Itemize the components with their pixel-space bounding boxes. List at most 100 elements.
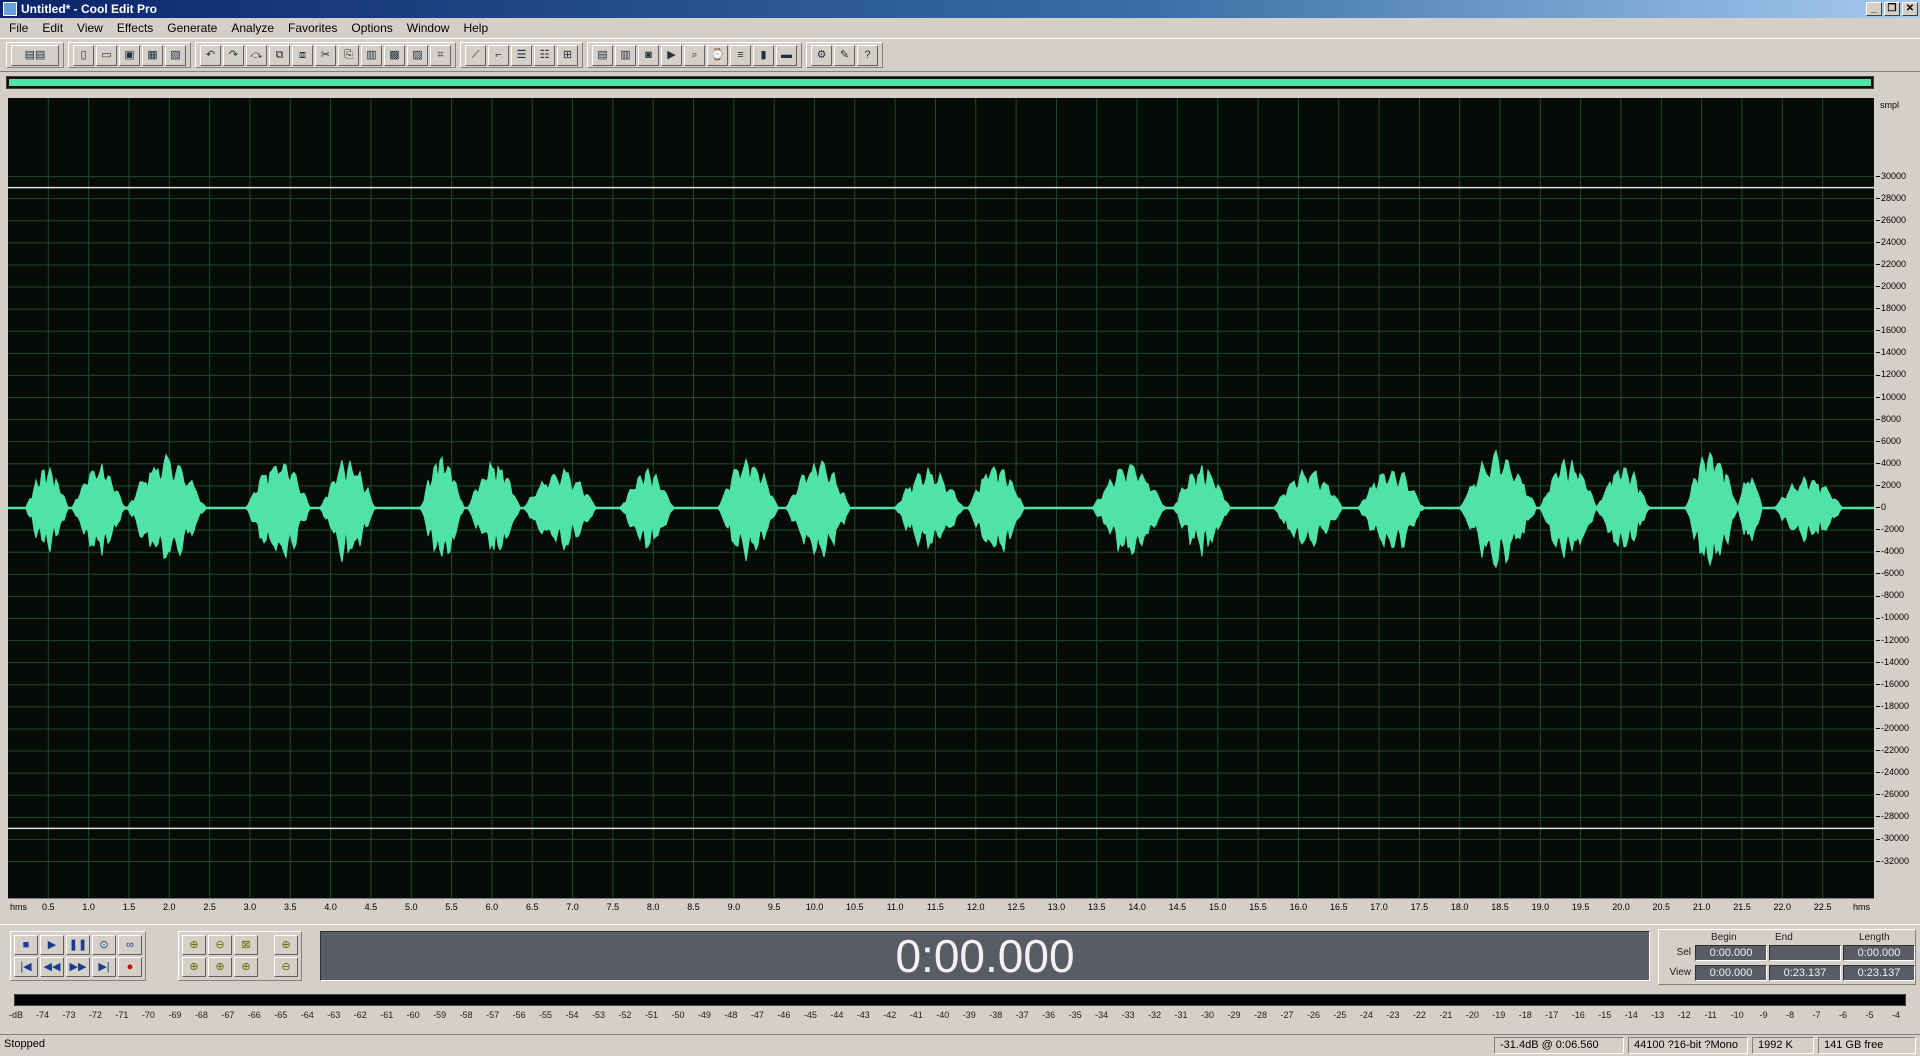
cut-icon[interactable]: ✂ [315,44,336,66]
settings-icon[interactable]: ▬ [776,44,797,66]
notes-icon[interactable]: ✎ [834,44,855,66]
spectral-view-icon[interactable]: ☰ [511,44,532,66]
overview-bar[interactable] [6,76,1874,89]
fade-icon[interactable]: ⌐ [488,44,509,66]
repeat-icon[interactable]: ⤼ [246,44,267,66]
close-file-icon[interactable]: ▧ [165,44,186,66]
rewind-button[interactable]: ◀◀ [40,957,64,977]
overview-visible-range[interactable] [9,79,1871,86]
time-tick-label: 11.0 [886,902,904,912]
amplitude-tick-label: -26000 [1876,789,1909,799]
record-button[interactable]: ● [118,957,142,977]
find-icon[interactable]: ⌕ [684,44,705,66]
meter-tick-label: -47 [750,1010,764,1020]
meter-tick-label: -14 [1624,1010,1638,1020]
view-length-field[interactable]: 0:23.137 [1843,965,1915,981]
sel-begin-field[interactable]: 0:00.000 [1695,945,1767,961]
time-ruler[interactable]: hms hms 0.5 1.0 1.5 2.0 2.5 3.0 3.5 4.0 4.5 5.0 5.… [8,898,1874,916]
mix-paste-icon[interactable]: ▩ [384,44,405,66]
time-tick-label: 19.0 [1531,902,1550,912]
copy-to-new-icon[interactable]: ⧈ [292,44,313,66]
time-unit-left: hms [10,902,28,912]
waveform-view-icon[interactable]: ☷ [534,44,555,66]
preview-play-icon[interactable]: ▶ [661,44,682,66]
paste-icon[interactable]: ⎘ [338,44,359,66]
time-display-icon[interactable]: ⌚ [707,44,728,66]
view-begin-field[interactable]: 0:00.000 [1695,965,1767,981]
zoom-out-vertical-icon[interactable]: ⊖ [274,957,298,977]
open-file-icon[interactable]: ▭ [96,44,117,66]
sel-row-label: Sel [1676,947,1691,958]
menu-effects[interactable]: Effects [110,21,160,35]
amplitude-tick-label: 10000 [1876,392,1906,402]
loop-button[interactable]: ∞ [118,935,142,955]
cue-list-icon[interactable]: ▤ [592,44,613,66]
zoom-in-vertical-icon[interactable]: ⊕ [274,935,298,955]
undo-icon[interactable]: ↶ [200,44,221,66]
playlist-icon[interactable]: ▥ [615,44,636,66]
metronome-icon[interactable]: ◙ [638,44,659,66]
menu-generate[interactable]: Generate [160,21,224,35]
go-to-end-button[interactable]: ▶| [92,957,116,977]
close-button[interactable]: ✕ [1902,2,1918,16]
save-as-icon[interactable]: ▦ [142,44,163,66]
sel-length-field[interactable]: 0:00.000 [1843,945,1915,961]
copy-icon[interactable]: ⧉ [269,44,290,66]
meter-tick-label: -67 [221,1010,235,1020]
save-file-icon[interactable]: ▣ [119,44,140,66]
menu-view[interactable]: View [70,21,110,35]
envelope-icon[interactable]: ⟋ [465,44,486,66]
window-title: Untitled* - Cool Edit Pro [21,2,157,16]
time-unit-right: hms [1852,902,1870,912]
zoom-right-icon[interactable]: ⊕ [208,957,232,977]
time-tick-label: 8.5 [687,902,700,912]
fast-forward-button[interactable]: ▶▶ [66,957,90,977]
play-to-end-button[interactable]: ⊙ [92,935,116,955]
menu-analyze[interactable]: Analyze [224,21,281,35]
waveform-display[interactable] [8,98,1874,898]
waveform-svg[interactable] [8,98,1874,898]
crop-icon[interactable]: ⌗ [430,44,451,66]
redo-icon[interactable]: ↷ [223,44,244,66]
paste-to-new-icon[interactable]: ▥ [361,44,382,66]
minimize-button[interactable]: _ [1866,2,1882,16]
meter-tick-label: -64 [300,1010,314,1020]
help-icon[interactable]: ? [857,44,878,66]
amplitude-tick-label: -4000 [1876,546,1904,556]
menu-window[interactable]: Window [400,21,457,35]
time-tick-label: 9.0 [727,902,741,912]
menu-edit[interactable]: Edit [35,21,70,35]
menu-help[interactable]: Help [456,21,495,35]
restore-button[interactable]: ❐ [1884,2,1900,16]
multitrack-toggle-icon[interactable]: ▤▤ [11,44,59,66]
meter-tick-label: -28 [1253,1010,1268,1020]
menu-bar: File Edit View Effects Generate Analyze … [0,18,1920,38]
trim-icon[interactable]: ▨ [407,44,428,66]
view-end-field[interactable]: 0:23.137 [1769,965,1841,981]
zoom-in-icon[interactable]: ⊕ [182,935,206,955]
app-icon [3,2,17,16]
frequency-icon[interactable]: ≡ [730,44,751,66]
meter-tick-label: -18 [1518,1010,1532,1020]
sel-end-field[interactable] [1769,945,1841,961]
level-icon[interactable]: ▮ [753,44,774,66]
menu-file[interactable]: File [2,21,35,35]
menu-favorites[interactable]: Favorites [281,21,344,35]
zoom-full-icon[interactable]: ⊠ [234,935,258,955]
zoom-selection-icon[interactable]: ⊕ [234,957,258,977]
play-button[interactable]: ▶ [40,935,64,955]
go-to-start-button[interactable]: |◀ [14,957,38,977]
amplitude-tick-label: -30000 [1876,833,1909,843]
amplitude-tick-label: -22000 [1876,745,1909,755]
new-file-icon[interactable]: ▯ [73,44,94,66]
time-tick-label: 2.5 [203,902,216,912]
stop-button[interactable]: ■ [14,935,38,955]
scripts-icon[interactable]: ⚙ [811,44,832,66]
show-grid-icon[interactable]: ⊞ [557,44,578,66]
zoom-out-icon[interactable]: ⊖ [208,935,232,955]
zoom-left-icon[interactable]: ⊕ [182,957,206,977]
amplitude-tick-label: 28000 [1876,193,1906,203]
pause-button[interactable]: ❚❚ [66,935,90,955]
menu-options[interactable]: Options [344,21,399,35]
meter-tick-label: -55 [539,1010,553,1020]
